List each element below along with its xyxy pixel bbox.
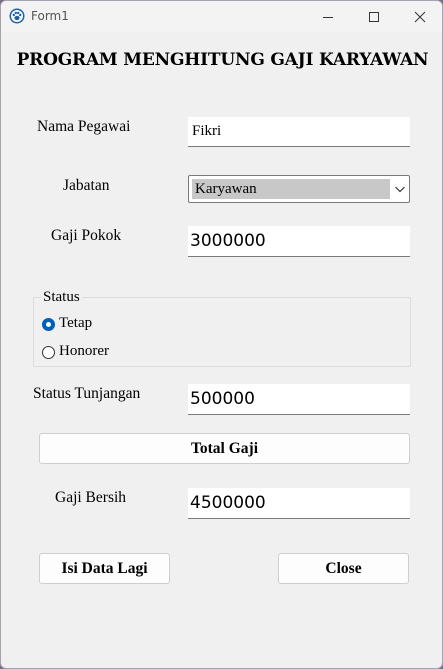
nama-pegawai-label: Nama Pegawai bbox=[37, 118, 131, 135]
chevron-down-icon bbox=[395, 186, 405, 193]
paw-app-icon bbox=[9, 8, 25, 24]
close-window-button[interactable] bbox=[397, 1, 442, 32]
minimize-button[interactable] bbox=[305, 1, 351, 32]
status-honorer-label[interactable]: Honorer bbox=[59, 343, 109, 360]
gaji-bersih-input[interactable] bbox=[188, 488, 410, 519]
status-tunjangan-label: Status Tunjangan bbox=[33, 385, 141, 402]
maximize-icon bbox=[369, 11, 379, 22]
title-bar[interactable]: Form1 bbox=[1, 1, 442, 32]
status-tunjangan-input[interactable] bbox=[188, 384, 410, 415]
minimize-icon bbox=[323, 16, 333, 18]
form-window: Form1 PROGRAM MENGHITUNG GAJI KARYAWAN N… bbox=[0, 0, 443, 669]
status-group-label: Status bbox=[41, 289, 82, 306]
status-tetap-label[interactable]: Tetap bbox=[59, 315, 92, 332]
gaji-bersih-label: Gaji Bersih bbox=[55, 489, 127, 506]
close-button[interactable]: Close bbox=[278, 553, 409, 584]
gaji-pokok-label: Gaji Pokok bbox=[51, 227, 122, 244]
jabatan-select[interactable]: Karyawan bbox=[188, 175, 410, 203]
status-honorer-radio[interactable] bbox=[42, 346, 55, 359]
isi-data-lagi-button[interactable]: Isi Data Lagi bbox=[39, 553, 170, 584]
close-icon bbox=[414, 11, 426, 22]
status-tetap-radio[interactable] bbox=[42, 318, 55, 331]
nama-pegawai-input[interactable] bbox=[188, 117, 410, 147]
page-title: PROGRAM MENGHITUNG GAJI KARYAWAN bbox=[16, 50, 429, 70]
jabatan-selected-value: Karyawan bbox=[192, 179, 390, 199]
jabatan-label: Jabatan bbox=[63, 177, 110, 194]
gaji-pokok-input[interactable] bbox=[188, 226, 410, 257]
total-gaji-button[interactable]: Total Gaji bbox=[39, 433, 410, 464]
window-title: Form1 bbox=[31, 9, 69, 23]
maximize-button[interactable] bbox=[351, 1, 397, 32]
